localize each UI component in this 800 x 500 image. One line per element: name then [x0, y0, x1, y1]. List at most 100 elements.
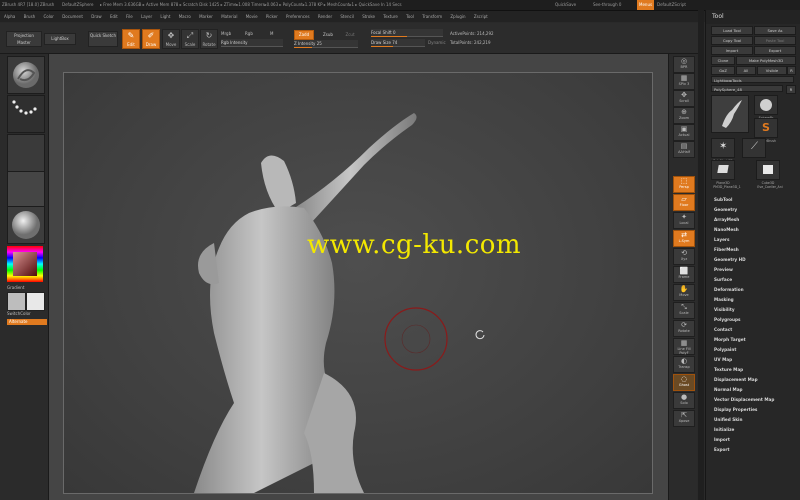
- zadd-toggle[interactable]: Zadd: [294, 30, 314, 40]
- focal-shift-slider[interactable]: Focal Shift 0: [371, 29, 443, 37]
- zoom-button[interactable]: ⊕ Zoom: [673, 107, 695, 124]
- menu-alpha[interactable]: Alpha: [4, 11, 15, 22]
- subpalette-normal-map[interactable]: Normal Map: [714, 385, 799, 395]
- menu-marker[interactable]: Marker: [199, 11, 213, 22]
- m-toggle[interactable]: M: [270, 31, 273, 37]
- menu-zplugin[interactable]: Zplugin: [450, 11, 465, 22]
- floor-button[interactable]: ▱ Floor: [673, 194, 695, 211]
- rgb-toggle[interactable]: Rgb: [245, 31, 253, 37]
- draw-size-slider[interactable]: Draw Size 74: [371, 39, 425, 47]
- document-canvas[interactable]: www.cg-ku.com: [49, 54, 668, 500]
- subpalette-nanomesh[interactable]: NanoMesh: [714, 225, 799, 235]
- subpalette-visibility[interactable]: Visibility: [714, 305, 799, 315]
- subpalette-uv-map[interactable]: UV Map: [714, 355, 799, 365]
- make-polymesh-button[interactable]: Make PolyMesh3D: [736, 56, 796, 65]
- subpalette-geometry-hd[interactable]: Geometry HD: [714, 255, 799, 265]
- subpalette-surface[interactable]: Surface: [714, 275, 799, 285]
- scroll-button[interactable]: ✥ Scroll: [673, 90, 695, 107]
- subpalette-vector-displacement-map[interactable]: Vector Displacement Map: [714, 395, 799, 405]
- rgb-intensity-slider[interactable]: Rgb Intensity: [221, 39, 283, 47]
- subpalette-polygroups[interactable]: Polygroups: [714, 315, 799, 325]
- quick-sketch-button[interactable]: Quick Sketch: [88, 31, 118, 47]
- zcut-toggle[interactable]: Zcut: [340, 30, 360, 40]
- menu-stencil[interactable]: Stencil: [340, 11, 354, 22]
- current-tool-name[interactable]: PolySphere_48: [711, 85, 783, 92]
- menus-toggle[interactable]: Menus: [637, 0, 655, 10]
- clone-button[interactable]: Clone: [711, 56, 735, 65]
- scale-view-button[interactable]: ⤡ Scale: [673, 302, 695, 319]
- menu-render[interactable]: Render: [318, 11, 332, 22]
- subpalette-morph-target[interactable]: Morph Target: [714, 335, 799, 345]
- menu-draw[interactable]: Draw: [91, 11, 101, 22]
- menu-movie[interactable]: Movie: [246, 11, 258, 22]
- move-mode-button[interactable]: ✥ Move: [162, 29, 180, 49]
- menu-layer[interactable]: Layer: [141, 11, 152, 22]
- spix-button[interactable]: ▦ SPix 3: [673, 73, 695, 90]
- brush-thumbnail[interactable]: [7, 56, 45, 94]
- subpalette-layers[interactable]: Layers: [714, 235, 799, 245]
- ghost-button[interactable]: ◌ Ghost: [673, 374, 695, 391]
- dynamic-toggle[interactable]: Dynamic: [428, 40, 446, 46]
- lightbox-tools-button[interactable]: Lightbox▸Tools: [711, 76, 794, 83]
- tool-thumb-cube[interactable]: Cube3D: [756, 160, 780, 185]
- tool-thumb-sphere[interactable]: SphereBr: [754, 95, 778, 120]
- import-button[interactable]: Import: [711, 46, 753, 55]
- save-as-button[interactable]: Save As: [754, 26, 796, 35]
- subpalette-display-properties[interactable]: Display Properties: [714, 405, 799, 415]
- menu-material[interactable]: Material: [221, 11, 237, 22]
- subpalette-polypaint[interactable]: Polypaint: [714, 345, 799, 355]
- z-intensity-slider[interactable]: Z Intensity 25: [294, 40, 358, 48]
- alternate-button[interactable]: Alternate: [7, 319, 47, 325]
- menu-transform[interactable]: Transform: [422, 11, 442, 22]
- solo-button[interactable]: ● Solo: [673, 392, 695, 409]
- stroke-thumbnail[interactable]: [7, 95, 45, 133]
- tool-thumb-simplebrush[interactable]: S SimpleBrush: [754, 118, 778, 143]
- menu-stroke[interactable]: Stroke: [362, 11, 375, 22]
- polyframe-button[interactable]: ▦ Line Fill PolyF: [673, 338, 695, 355]
- alpha-thumbnail[interactable]: [7, 134, 45, 172]
- menu-document[interactable]: Document: [62, 11, 83, 22]
- color-picker[interactable]: [7, 246, 43, 282]
- switch-color-button[interactable]: SwitchColor: [7, 311, 31, 317]
- texture-thumbnail[interactable]: [7, 171, 45, 209]
- subpalette-arraymesh[interactable]: ArrayMesh: [714, 215, 799, 225]
- rotate-view-button[interactable]: ⟳ Rotate: [673, 320, 695, 337]
- quicksave-button[interactable]: QuickSave: [555, 0, 576, 10]
- local-button[interactable]: ✦ Local: [673, 212, 695, 229]
- menu-edit[interactable]: Edit: [110, 11, 118, 22]
- move-view-button[interactable]: ✋ Move: [673, 284, 695, 301]
- tool-thumb-figure2[interactable]: ⟋: [742, 138, 766, 158]
- subpalette-fibermesh[interactable]: FiberMesh: [714, 245, 799, 255]
- xpose-button[interactable]: ⇱ Xpose: [673, 410, 695, 427]
- actual-button[interactable]: ▣ Actual: [673, 124, 695, 141]
- goz-visible-button[interactable]: Visible: [757, 66, 787, 75]
- subpalette-geometry[interactable]: Geometry: [714, 205, 799, 215]
- tool-r-button[interactable]: R: [786, 85, 796, 94]
- subpalette-import[interactable]: Import: [714, 435, 799, 445]
- tool-panel-title[interactable]: Tool: [706, 10, 800, 24]
- subpalette-texture-map[interactable]: Texture Map: [714, 365, 799, 375]
- menu-light[interactable]: Light: [160, 11, 170, 22]
- bpr-button[interactable]: ◎ BPR: [673, 56, 695, 73]
- viewport[interactable]: www.cg-ku.com: [63, 72, 653, 494]
- load-tool-button[interactable]: Load Tool: [711, 26, 753, 35]
- menu-file[interactable]: File: [126, 11, 133, 22]
- zsub-toggle[interactable]: Zsub: [318, 30, 338, 40]
- scale-mode-button[interactable]: ⤢ Scale: [181, 29, 199, 49]
- rotate-mode-button[interactable]: ↻ Rotate: [200, 29, 218, 49]
- menu-color[interactable]: Color: [43, 11, 53, 22]
- subpalette-masking[interactable]: Masking: [714, 295, 799, 305]
- goz-all-button[interactable]: All: [736, 66, 756, 75]
- sculpted-figure-model[interactable]: [64, 73, 652, 493]
- draw-mode-button[interactable]: ✐ Draw: [142, 29, 160, 49]
- subpalette-unified-skin[interactable]: Unified Skin: [714, 415, 799, 425]
- tool-thumb-current[interactable]: [711, 95, 749, 133]
- tool-thumb-polymesh[interactable]: ✶ PolyMesh3D: [711, 138, 735, 163]
- secondary-color-swatch[interactable]: [26, 292, 45, 311]
- edit-mode-button[interactable]: ✎ Edit: [122, 29, 140, 49]
- copy-tool-button[interactable]: Copy Tool: [711, 36, 753, 45]
- export-button[interactable]: Export: [754, 46, 796, 55]
- menu-macro[interactable]: Macro: [179, 11, 191, 22]
- subpalette-preview[interactable]: Preview: [714, 265, 799, 275]
- tool-thumb-pm3d-plane[interactable]: PM3D_Plane3D_1: [711, 180, 743, 190]
